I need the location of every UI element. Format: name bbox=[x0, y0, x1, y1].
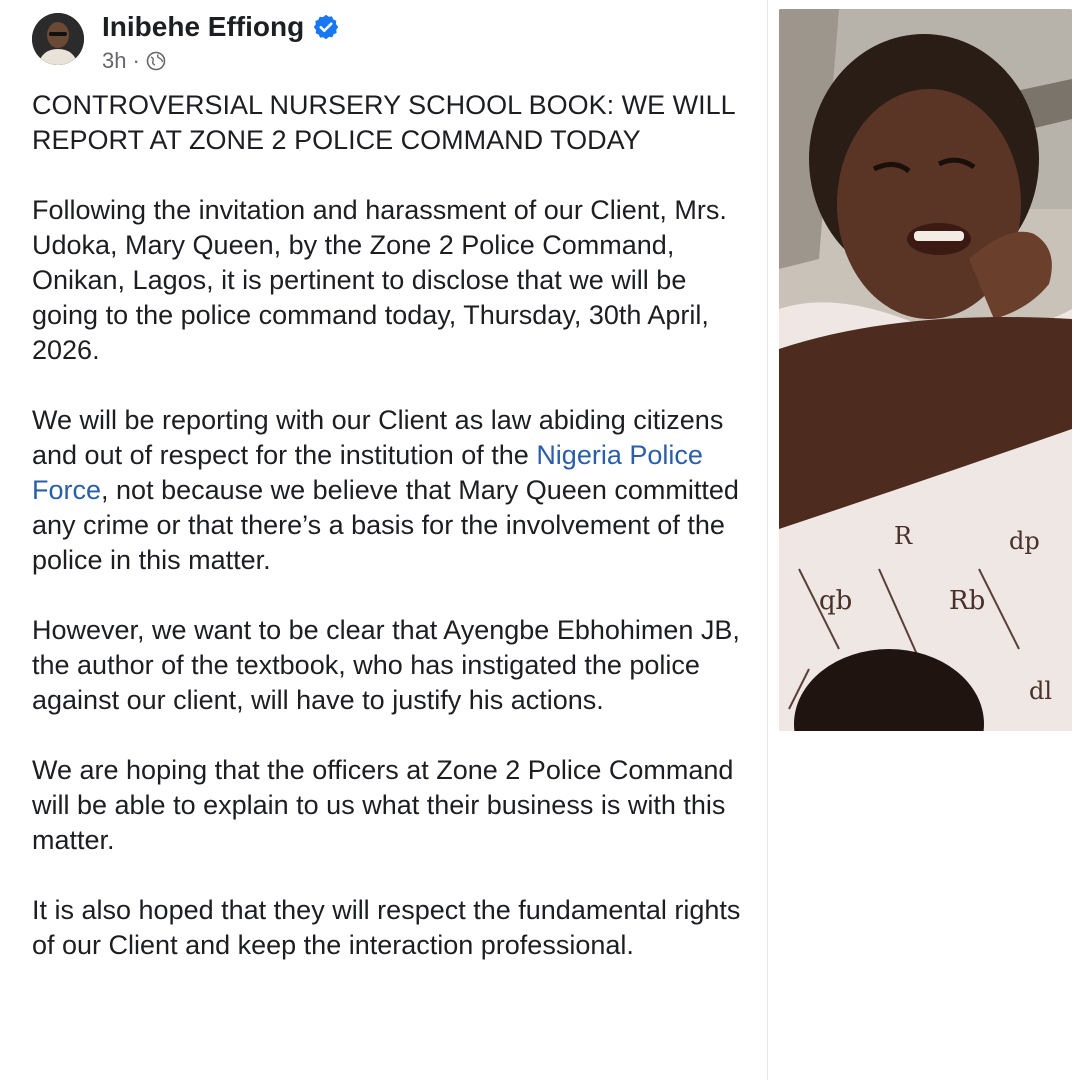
woman-photo-illustration: qb Rb dp dl R bbox=[779, 9, 1072, 731]
post-title: CONTROVERSIAL NURSERY SCHOOL BOOK: WE WI… bbox=[32, 90, 735, 155]
post-paragraph: We will be reporting with our Client as … bbox=[32, 403, 757, 578]
author-name-row: Inibehe Effiong bbox=[102, 11, 340, 43]
globe-icon[interactable] bbox=[146, 51, 166, 71]
post-paragraph: It is also hoped that they will respect … bbox=[32, 895, 741, 960]
post-body: CONTROVERSIAL NURSERY SCHOOL BOOK: WE WI… bbox=[32, 88, 757, 998]
paragraph-text: , not because we believe that Mary Queen… bbox=[32, 475, 739, 575]
svg-text:R: R bbox=[894, 522, 913, 550]
post-photo[interactable]: qb Rb dp dl R bbox=[779, 9, 1072, 731]
post-paragraph: Following the invitation and harassment … bbox=[32, 195, 727, 365]
svg-text:dp: dp bbox=[1009, 527, 1040, 555]
verified-badge-icon bbox=[312, 13, 340, 41]
author-name[interactable]: Inibehe Effiong bbox=[102, 11, 304, 43]
facebook-post: Inibehe Effiong 3h · CONTROVERSIAL NURSE… bbox=[0, 0, 768, 1080]
author-avatar[interactable] bbox=[32, 13, 84, 65]
svg-text:Rb: Rb bbox=[949, 586, 985, 616]
post-paragraph: We are hoping that the officers at Zone … bbox=[32, 755, 734, 855]
post-time[interactable]: 3h bbox=[102, 48, 126, 74]
svg-text:qb: qb bbox=[819, 586, 852, 616]
meta-separator: · bbox=[132, 48, 140, 73]
post-meta: 3h · bbox=[102, 48, 166, 74]
svg-text:dl: dl bbox=[1029, 677, 1052, 705]
avatar-image bbox=[32, 13, 84, 65]
post-paragraph: However, we want to be clear that Ayengb… bbox=[32, 615, 740, 715]
